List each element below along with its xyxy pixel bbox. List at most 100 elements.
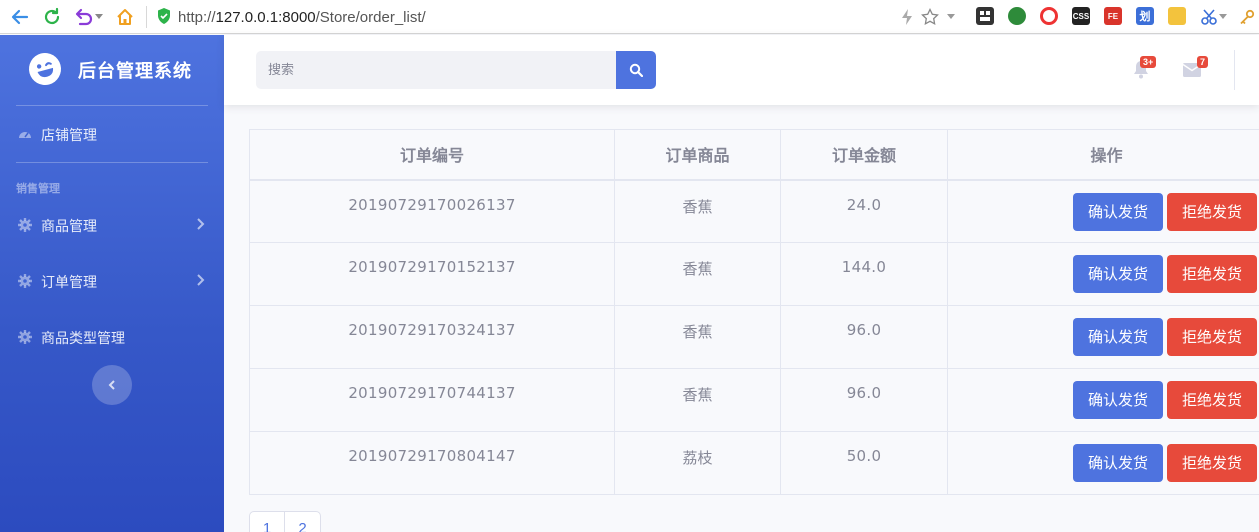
sidebar-toggle-button[interactable] xyxy=(92,365,132,405)
column-header-amount: 订单金额 xyxy=(780,129,948,181)
actions-cell: 确认发货 拒绝发货 xyxy=(947,368,1259,432)
product-cell: 香蕉 xyxy=(614,305,781,369)
extension-hua-label: 划 xyxy=(1139,11,1151,23)
messages-counter-badge: 7 xyxy=(1197,56,1209,68)
sidebar-item-label: 商品类型管理 xyxy=(41,331,125,347)
url-host: 127.0.0.1:8000 xyxy=(215,8,316,26)
topbar: 3+ 7 xyxy=(224,35,1259,105)
amount-cell: 24.0 xyxy=(780,179,948,243)
home-icon[interactable] xyxy=(113,5,137,29)
address-bar[interactable]: http://127.0.0.1:8000/Store/order_list/ xyxy=(150,4,880,30)
product-cell: 荔枝 xyxy=(614,431,781,495)
lightning-icon[interactable] xyxy=(895,5,919,29)
sidebar-item-products[interactable]: 商品管理 xyxy=(0,205,224,245)
extension-hua-icon[interactable]: 划 xyxy=(1136,7,1154,25)
sidebar-item-label: 订单管理 xyxy=(41,275,97,291)
alerts-dropdown[interactable]: 3+ xyxy=(1132,56,1157,83)
browser-toolbar: http://127.0.0.1:8000/Store/order_list/ … xyxy=(0,0,1259,34)
table-row: 20190729170152137 香蕉 144.0 确认发货 拒绝发货 xyxy=(249,242,1259,306)
messages-dropdown[interactable]: 7 xyxy=(1182,56,1209,81)
alerts-counter-badge: 3+ xyxy=(1140,56,1157,68)
topbar-divider xyxy=(1234,50,1235,90)
star-bookmark-icon[interactable] xyxy=(918,5,942,29)
column-header-product: 订单商品 xyxy=(614,129,781,181)
url-separator xyxy=(146,6,147,28)
chevron-left-icon xyxy=(108,380,115,390)
extension-fe-label: FE xyxy=(1107,11,1119,21)
chevron-right-icon xyxy=(197,274,205,286)
sidebar-divider xyxy=(16,105,208,106)
cog-icon xyxy=(18,274,32,288)
table-row: 20190729170744137 香蕉 96.0 确认发货 拒绝发货 xyxy=(249,368,1259,432)
extension-css-icon[interactable]: CSS xyxy=(1072,7,1090,25)
amount-cell: 96.0 xyxy=(780,368,948,432)
url-text[interactable]: http://127.0.0.1:8000/Store/order_list/ xyxy=(178,9,426,26)
reject-shipment-button[interactable]: 拒绝发货 xyxy=(1167,381,1257,419)
brand-title: 后台管理系统 xyxy=(78,61,192,82)
extension-note-icon[interactable] xyxy=(1168,7,1186,25)
search-input[interactable] xyxy=(256,51,616,89)
url-prefix: http:// xyxy=(178,8,216,26)
confirm-shipment-button[interactable]: 确认发货 xyxy=(1073,255,1163,293)
search-button[interactable] xyxy=(616,51,656,89)
extension-css-label: CSS xyxy=(1072,11,1090,21)
order-number-cell: 20190729170744137 xyxy=(249,368,615,432)
sidebar-item-product-types[interactable]: 商品类型管理 xyxy=(0,317,224,357)
search-icon xyxy=(629,63,643,77)
amount-cell: 96.0 xyxy=(780,305,948,369)
pagination: 1 2 xyxy=(249,511,321,532)
order-number-cell: 20190729170804147 xyxy=(249,431,615,495)
page-link-1[interactable]: 1 xyxy=(249,511,285,532)
extension-grid-icon[interactable] xyxy=(976,7,994,25)
extension-fe-icon[interactable]: FE xyxy=(1104,7,1122,25)
scissors-dropdown-icon[interactable] xyxy=(1218,5,1228,29)
order-number-cell: 20190729170324137 xyxy=(249,305,615,369)
cog-icon xyxy=(18,330,32,344)
chevron-right-icon xyxy=(197,218,205,230)
sidebar-item-orders[interactable]: 订单管理 xyxy=(0,261,224,301)
extension-ring-icon[interactable] xyxy=(1040,7,1058,25)
sidebar-item-label: 商品管理 xyxy=(41,219,97,235)
undo-dropdown-icon[interactable] xyxy=(94,5,104,29)
url-path: /Store/order_list/ xyxy=(315,8,426,26)
undo-icon[interactable] xyxy=(72,5,96,29)
actions-cell: 确认发货 拒绝发货 xyxy=(947,431,1259,495)
order-number-cell: 20190729170152137 xyxy=(249,242,615,306)
confirm-shipment-button[interactable]: 确认发货 xyxy=(1073,381,1163,419)
sidebar-item-store[interactable]: 店铺管理 xyxy=(0,114,224,154)
cog-icon xyxy=(18,218,32,232)
column-header-actions: 操作 xyxy=(947,129,1259,181)
product-cell: 香蕉 xyxy=(614,179,781,243)
secure-shield-icon xyxy=(156,7,172,29)
extension-globe-icon[interactable] xyxy=(1008,7,1026,25)
back-arrow-icon[interactable] xyxy=(8,5,32,29)
search-form xyxy=(256,51,656,89)
amount-cell: 50.0 xyxy=(780,431,948,495)
page-link-2[interactable]: 2 xyxy=(285,511,321,532)
laugh-wink-logo-icon xyxy=(25,49,65,89)
table-header-row: 订单编号 订单商品 订单金额 操作 xyxy=(249,129,1259,181)
key-icon[interactable] xyxy=(1237,5,1257,29)
table-row: 20190729170026137 香蕉 24.0 确认发货 拒绝发货 xyxy=(249,179,1259,243)
orders-table-container: 订单编号 订单商品 订单金额 操作 20190729170026137 香蕉 2… xyxy=(249,129,1259,495)
actions-cell: 确认发货 拒绝发货 xyxy=(947,305,1259,369)
order-number-cell: 20190729170026137 xyxy=(249,179,615,243)
product-cell: 香蕉 xyxy=(614,242,781,306)
reject-shipment-button[interactable]: 拒绝发货 xyxy=(1167,318,1257,356)
sidebar-heading-sales: 销售管理 xyxy=(16,182,60,195)
sidebar: 后台管理系统 店铺管理 销售管理 商品管理 订单管理 商品类型管理 xyxy=(0,35,224,532)
bookmark-dropdown-icon[interactable] xyxy=(944,5,958,29)
table-row: 20190729170804147 荔枝 50.0 确认发货 拒绝发货 xyxy=(249,431,1259,495)
confirm-shipment-button[interactable]: 确认发货 xyxy=(1073,444,1163,482)
reject-shipment-button[interactable]: 拒绝发货 xyxy=(1167,192,1257,231)
sidebar-brand[interactable]: 后台管理系统 xyxy=(0,35,224,105)
table-row: 20190729170324137 香蕉 96.0 确认发货 拒绝发货 xyxy=(249,305,1259,369)
product-cell: 香蕉 xyxy=(614,368,781,432)
column-header-order-no: 订单编号 xyxy=(249,129,615,181)
reject-shipment-button[interactable]: 拒绝发货 xyxy=(1167,444,1257,482)
confirm-shipment-button[interactable]: 确认发货 xyxy=(1073,192,1163,231)
reject-shipment-button[interactable]: 拒绝发货 xyxy=(1167,255,1257,293)
confirm-shipment-button[interactable]: 确认发货 xyxy=(1073,318,1163,356)
refresh-icon[interactable] xyxy=(40,5,64,29)
actions-cell: 确认发货 拒绝发货 xyxy=(947,242,1259,306)
